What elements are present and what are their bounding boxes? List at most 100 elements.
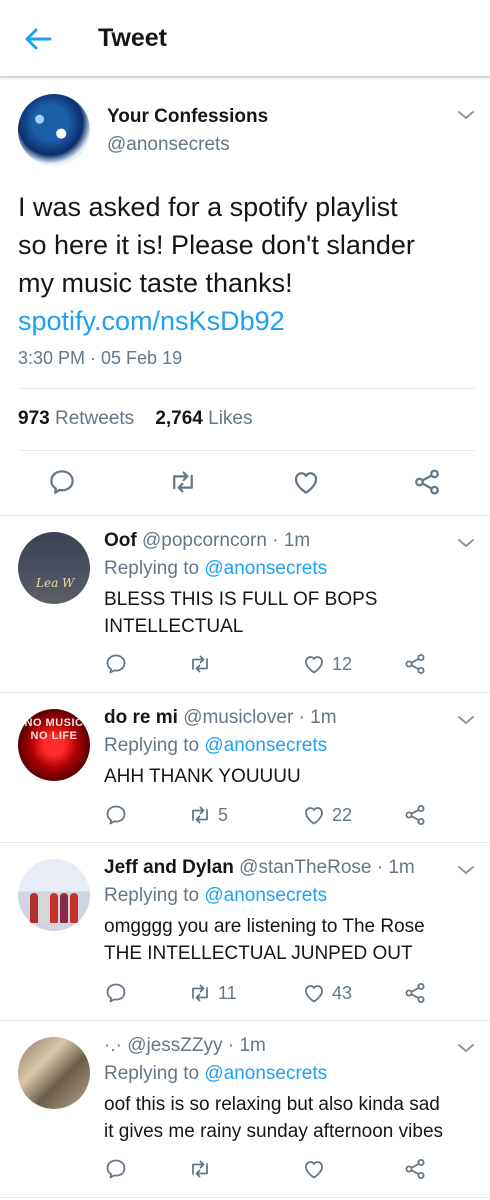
- replying-prefix: Replying to: [104, 558, 200, 579]
- reply-author-name[interactable]: Jeff and Dylan: [104, 857, 234, 878]
- retweet-button[interactable]: [188, 1155, 218, 1183]
- retweet-icon[interactable]: [167, 466, 199, 498]
- retweet-button[interactable]: 11: [188, 979, 237, 1007]
- avatar[interactable]: [18, 859, 90, 931]
- reply-author-handle[interactable]: @popcorncorn: [142, 530, 267, 551]
- reply-header: do re mi @musiclover · 1m: [104, 707, 337, 729]
- author-name[interactable]: Your Confessions: [107, 106, 268, 128]
- reply-time: 1m: [283, 530, 311, 551]
- page-title: Tweet: [98, 24, 167, 52]
- divider: [0, 692, 490, 693]
- divider: [0, 515, 490, 516]
- share-icon[interactable]: [403, 650, 427, 678]
- chevron-down-icon[interactable]: [456, 536, 476, 550]
- tweet-link[interactable]: spotify.com/nsKsDb92: [18, 302, 478, 340]
- retweet-count: 11: [218, 982, 237, 1003]
- avatar[interactable]: [18, 94, 90, 166]
- retweets-count: 973: [18, 408, 50, 429]
- likes-label: Likes: [208, 408, 253, 429]
- reply-text-line: BLESS THIS IS FULL OF BOPS: [104, 589, 378, 610]
- separator-dot: ·: [227, 1035, 235, 1056]
- chevron-down-icon[interactable]: [456, 713, 476, 727]
- reply-text: AHH THANK YOUUUU: [104, 763, 480, 790]
- like-button[interactable]: [302, 1155, 332, 1183]
- retweet-count: 5: [218, 804, 229, 825]
- top-bar: Tweet: [0, 0, 490, 78]
- like-button[interactable]: 43: [302, 979, 352, 1007]
- avatar[interactable]: NO MUSIC NO LIFE: [18, 709, 90, 781]
- avatar[interactable]: Lea W: [18, 532, 90, 604]
- reply-text-line: AHH THANK YOUUUU: [104, 766, 301, 787]
- like-icon: [302, 652, 326, 676]
- chevron-down-icon[interactable]: [456, 108, 476, 122]
- like-button[interactable]: 12: [302, 650, 352, 678]
- retweet-button[interactable]: [188, 650, 218, 678]
- tweet-text-line: my music taste thanks!: [18, 268, 293, 298]
- reply-author-name[interactable]: ·.·: [104, 1035, 122, 1056]
- like-button[interactable]: 22: [302, 801, 352, 829]
- tweet-stats: 973 Retweets 2,764 Likes: [18, 408, 253, 430]
- reply-icon[interactable]: [104, 650, 128, 678]
- retweets-stat[interactable]: 973 Retweets: [18, 408, 134, 429]
- reply-text: BLESS THIS IS FULL OF BOPS INTELLECTUAL: [104, 586, 480, 640]
- reply-icon[interactable]: [104, 1155, 128, 1183]
- reply-author-name[interactable]: Oof: [104, 530, 137, 551]
- separator-dot: ·: [298, 707, 305, 728]
- reply-icon[interactable]: [104, 979, 128, 1007]
- tweet-text: I was asked for a spotify playlist so he…: [18, 188, 478, 340]
- reply-author-handle[interactable]: @stanTheRose: [239, 857, 371, 878]
- tweet-text-line: I was asked for a spotify playlist: [18, 192, 398, 222]
- retweet-button[interactable]: 5: [188, 801, 228, 829]
- tweet-actions: [0, 466, 490, 500]
- replying-prefix: Replying to: [104, 885, 200, 906]
- reply-header: ·.· @jessZZyy · 1m: [104, 1035, 266, 1057]
- replying-to: Replying to @anonsecrets: [104, 735, 327, 757]
- avatar[interactable]: [18, 1037, 90, 1109]
- likes-count: 2,764: [155, 408, 203, 429]
- like-icon: [302, 1157, 326, 1181]
- reply-text-line: THE INTELLECTUAL JUNPED OUT: [104, 943, 413, 964]
- replying-to: Replying to @anonsecrets: [104, 1063, 327, 1085]
- replying-to-handle[interactable]: @anonsecrets: [204, 1063, 327, 1084]
- reply-text-line: omgggg you are listening to The Rose: [104, 916, 425, 937]
- retweet-icon: [188, 803, 212, 827]
- likes-stat[interactable]: 2,764 Likes: [155, 408, 252, 429]
- chevron-down-icon[interactable]: [456, 863, 476, 877]
- replying-to-handle[interactable]: @anonsecrets: [204, 885, 327, 906]
- share-icon[interactable]: [403, 979, 427, 1007]
- author-handle[interactable]: @anonsecrets: [107, 134, 230, 156]
- replying-to: Replying to @anonsecrets: [104, 558, 327, 580]
- reply-text: omgggg you are listening to The Rose THE…: [104, 913, 480, 967]
- reply-author-name[interactable]: do re mi: [104, 707, 178, 728]
- retweets-label: Retweets: [54, 408, 135, 429]
- share-icon[interactable]: [411, 466, 443, 498]
- divider: [0, 1197, 490, 1198]
- like-icon[interactable]: [290, 466, 322, 498]
- replying-to-handle[interactable]: @anonsecrets: [204, 735, 327, 756]
- reply-actions: [0, 1155, 490, 1183]
- back-arrow-icon[interactable]: [22, 24, 54, 54]
- reply-actions: 12: [0, 650, 490, 678]
- chevron-down-icon[interactable]: [456, 1041, 476, 1055]
- like-count: 22: [332, 804, 353, 825]
- reply-author-handle[interactable]: @jessZZyy: [127, 1035, 222, 1056]
- tweet-text-line: so here it is! Please don't slander: [18, 230, 415, 260]
- separator-dot: ·: [272, 530, 279, 551]
- retweet-icon: [188, 981, 212, 1005]
- reply-actions: 11 43: [0, 979, 490, 1007]
- share-icon[interactable]: [403, 801, 427, 829]
- divider: [18, 450, 474, 451]
- reply-text-line: it gives me rainy sunday afternoon vibes: [104, 1121, 444, 1142]
- replying-to: Replying to @anonsecrets: [104, 885, 327, 907]
- reply-icon[interactable]: [104, 801, 128, 829]
- replying-to-handle[interactable]: @anonsecrets: [204, 558, 327, 579]
- reply-header: Oof @popcorncorn · 1m: [104, 530, 310, 552]
- divider: [0, 1020, 490, 1021]
- retweet-icon: [188, 1157, 212, 1181]
- reply-author-handle[interactable]: @musiclover: [183, 707, 293, 728]
- retweet-icon: [188, 652, 212, 676]
- share-icon[interactable]: [403, 1155, 427, 1183]
- divider: [18, 388, 474, 389]
- reply-header: Jeff and Dylan @stanTheRose · 1m: [104, 857, 415, 879]
- reply-icon[interactable]: [46, 466, 78, 498]
